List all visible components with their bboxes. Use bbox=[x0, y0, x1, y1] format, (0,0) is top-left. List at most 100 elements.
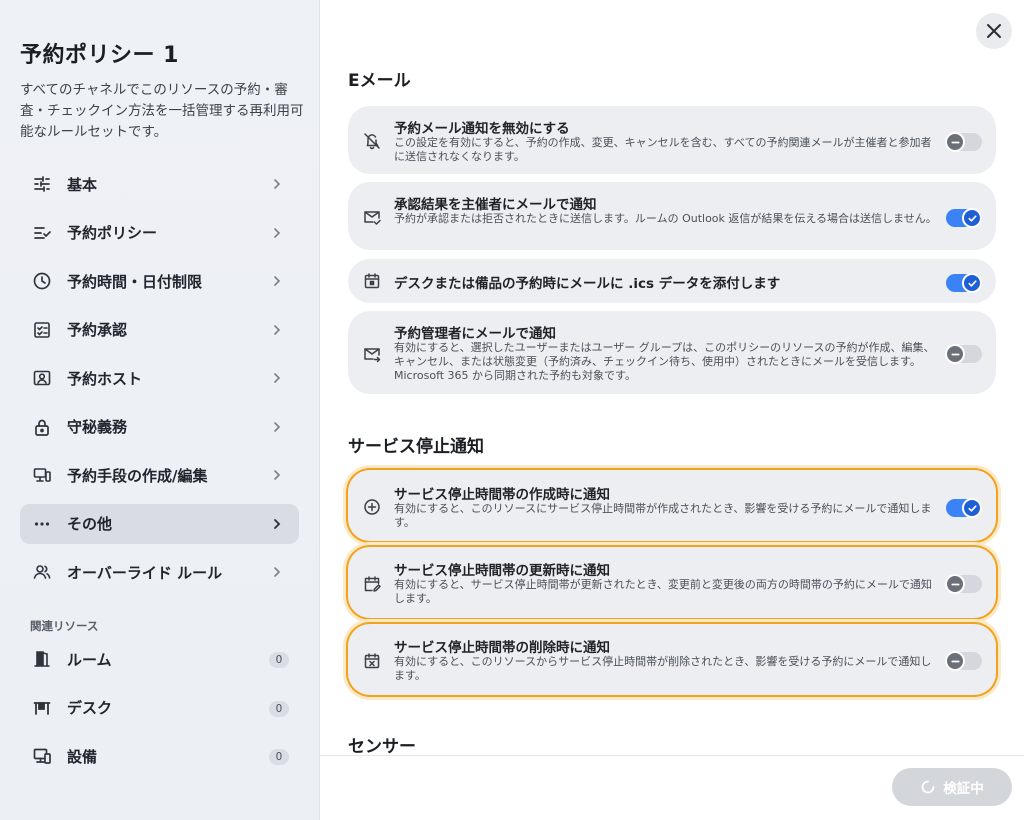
related-item-label: 設備 bbox=[67, 747, 98, 766]
minus-icon bbox=[950, 353, 960, 355]
check-icon bbox=[967, 214, 977, 222]
mail-check-icon bbox=[362, 207, 382, 227]
count-badge: 0 bbox=[269, 700, 289, 717]
calendar-x-icon bbox=[362, 651, 382, 671]
sidebar-item-other[interactable]: その他 bbox=[20, 503, 299, 544]
section-title-email: Eメール bbox=[348, 71, 411, 91]
sidebar-nav: 基本 予約ポリシー 予約時間・日付制限 予約承認 予約ホスト 守秘義務 予約手段… bbox=[20, 164, 299, 601]
check-icon bbox=[967, 279, 977, 287]
setting-card-outage-created: サービス停止時間帯の作成時に通知 有効にすると、このリソースにサービス停止時間帯… bbox=[348, 470, 996, 541]
count-badge: 0 bbox=[269, 652, 289, 668]
setting-card-notify-managers: 予約管理者にメールで通知 有効にすると、選択したユーザーまたはユーザー グループ… bbox=[348, 311, 996, 394]
sidebar-item-label: その他 bbox=[67, 515, 113, 533]
count-badge: 0 bbox=[269, 749, 289, 765]
desk-icon bbox=[32, 698, 52, 718]
setting-card-outage-updated: サービス停止時間帯の更新時に通知 有効にすると、サービス停止時間帯が更新されたと… bbox=[348, 547, 996, 618]
sidebar-item-basic[interactable]: 基本 bbox=[20, 164, 299, 204]
sidebar-item-label: 予約時間・日付制限 bbox=[67, 272, 203, 291]
toggle-switch[interactable] bbox=[945, 344, 982, 364]
toggle-switch[interactable] bbox=[946, 498, 982, 518]
chevron-right-icon bbox=[274, 518, 281, 529]
list-check-icon bbox=[32, 223, 52, 243]
toggle-switch[interactable] bbox=[945, 651, 982, 671]
setting-title: デスクまたは備品の予約時にメールに .ics データを添付します bbox=[394, 276, 781, 292]
check-icon bbox=[967, 504, 977, 512]
toggle-switch[interactable] bbox=[946, 208, 982, 228]
close-button[interactable] bbox=[976, 13, 1012, 49]
sidebar-item-time-limits[interactable]: 予約時間・日付制限 bbox=[20, 261, 299, 301]
chevron-right-icon bbox=[274, 421, 281, 432]
sidebar-item-label: 予約承認 bbox=[67, 321, 128, 339]
devices-icon bbox=[32, 465, 52, 485]
related-item-label: デスク bbox=[67, 699, 113, 717]
chevron-right-icon bbox=[274, 470, 281, 480]
related-item-room[interactable]: ルーム 0 bbox=[20, 639, 299, 679]
minus-icon bbox=[950, 660, 960, 662]
toggle-switch[interactable] bbox=[945, 132, 982, 152]
setting-title: サービス停止時間帯の更新時に通知 bbox=[394, 563, 610, 579]
sidebar-item-override-rules[interactable]: オーバーライド ルール bbox=[20, 552, 299, 592]
bell-off-icon bbox=[362, 131, 382, 151]
related-resources-heading: 関連リソース bbox=[30, 619, 99, 633]
verify-button[interactable]: 検証中 bbox=[892, 768, 1012, 806]
host-badge-icon bbox=[32, 368, 52, 388]
door-icon bbox=[32, 649, 52, 669]
toggle-knob bbox=[945, 651, 965, 671]
sidebar-item-booking-policy[interactable]: 予約ポリシー bbox=[20, 213, 299, 253]
minus-icon bbox=[950, 141, 960, 143]
setting-title: 予約メール通知を無効にする bbox=[394, 121, 570, 137]
setting-description: この設定を有効にすると、予約の作成、変更、キャンセルを含む、すべての予約関連メー… bbox=[394, 136, 932, 163]
toggle-switch[interactable] bbox=[946, 273, 982, 293]
section-title-sensor: センサー bbox=[348, 737, 416, 757]
equipment-icon bbox=[32, 746, 52, 766]
plus-circle-icon bbox=[362, 497, 382, 517]
sidebar-item-label: オーバーライド ルール bbox=[67, 563, 223, 582]
sidebar-item-label: 予約ポリシー bbox=[67, 224, 158, 242]
related-resources-list: ルーム 0 デスク 0 設備 0 bbox=[20, 639, 299, 785]
setting-description: 有効にすると、このリソースからサービス停止時間帯が削除されたとき、影響を受ける予… bbox=[394, 655, 932, 682]
related-item-desk[interactable]: デスク 0 bbox=[20, 688, 299, 728]
chevron-right-icon bbox=[274, 324, 281, 335]
setting-card-outage-deleted: サービス停止時間帯の削除時に通知 有効にすると、このリソースからサービス停止時間… bbox=[348, 624, 996, 695]
toggle-knob bbox=[962, 273, 982, 293]
setting-description: 有効にすると、このリソースにサービス停止時間帯が作成されたとき、影響を受ける予約… bbox=[394, 502, 932, 529]
related-item-equipment[interactable]: 設備 0 bbox=[20, 736, 299, 776]
setting-card-approval-result-mail: 承認結果を主催者にメールで通知 予約が承認または拒否されたときに送信します。ルー… bbox=[348, 182, 996, 250]
more-horizontal-icon bbox=[32, 514, 52, 534]
close-icon bbox=[987, 24, 1001, 38]
verify-button-label: 検証中 bbox=[943, 781, 984, 797]
toggle-knob bbox=[945, 344, 965, 364]
setting-title: 予約管理者にメールで通知 bbox=[394, 326, 556, 342]
page-title: 予約ポリシー 1 bbox=[20, 43, 179, 68]
setting-description: 有効にすると、サービス停止時間帯が更新されたとき、変更前と変更後の両方の時間帯の… bbox=[394, 578, 932, 605]
sliders-icon bbox=[32, 174, 52, 194]
toggle-switch[interactable] bbox=[945, 574, 982, 594]
clock-icon bbox=[32, 271, 52, 291]
toggle-knob bbox=[962, 208, 982, 228]
chevron-right-icon bbox=[274, 179, 281, 189]
setting-title: サービス停止時間帯の作成時に通知 bbox=[394, 487, 610, 503]
chevron-right-icon bbox=[274, 276, 281, 286]
sidebar: 予約ポリシー 1 すべてのチャネルでこのリソースの予約・審査・チェックイン方法を… bbox=[0, 0, 320, 820]
toggle-knob bbox=[962, 498, 982, 518]
setting-description: 有効にすると、選択したユーザーまたはユーザー グループは、このポリシーのリソース… bbox=[394, 341, 935, 382]
lock-icon bbox=[32, 417, 52, 437]
calendar-edit-icon bbox=[362, 574, 382, 594]
sidebar-item-host[interactable]: 予約ホスト bbox=[20, 358, 299, 398]
sidebar-item-label: 基本 bbox=[67, 175, 98, 194]
related-item-label: ルーム bbox=[67, 650, 112, 669]
sidebar-item-label: 予約手段の作成/編集 bbox=[67, 466, 208, 485]
sidebar-item-approval[interactable]: 予約承認 bbox=[20, 310, 299, 350]
mail-forward-icon bbox=[362, 344, 382, 364]
calendar-icon bbox=[362, 271, 382, 291]
approval-checklist-icon bbox=[32, 320, 52, 340]
sidebar-item-label: 守秘義務 bbox=[67, 418, 128, 436]
toggle-knob bbox=[945, 132, 965, 152]
sidebar-item-label: 予約ホスト bbox=[67, 369, 143, 388]
setting-card-attach-ics: デスクまたは備品の予約時にメールに .ics データを添付します bbox=[348, 259, 996, 303]
sidebar-item-confidentiality[interactable]: 守秘義務 bbox=[20, 407, 299, 447]
chevron-right-icon bbox=[274, 567, 281, 577]
setting-title: サービス停止時間帯の削除時に通知 bbox=[394, 640, 610, 656]
section-title-outage: サービス停止通知 bbox=[348, 437, 484, 457]
sidebar-item-booking-methods[interactable]: 予約手段の作成/編集 bbox=[20, 455, 299, 495]
